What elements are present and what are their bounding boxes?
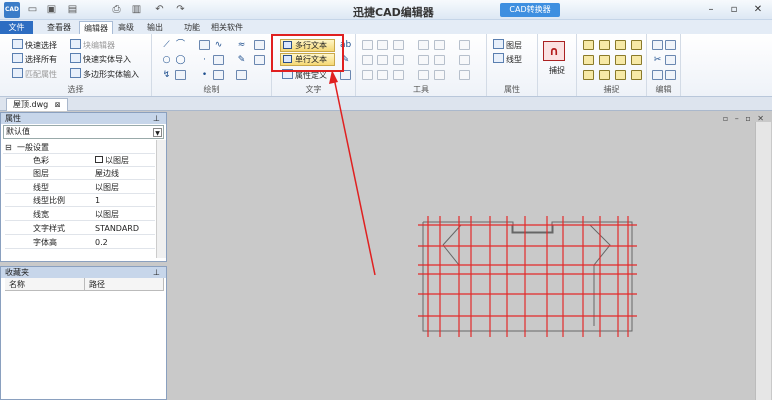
roof-plan-drawing (418, 216, 637, 337)
ridge-outline (442, 224, 611, 266)
roof-outline (422, 221, 633, 332)
annotation-arrow (329, 70, 376, 276)
red-grid-lines (418, 216, 637, 337)
drawing-overlay (329, 70, 637, 337)
